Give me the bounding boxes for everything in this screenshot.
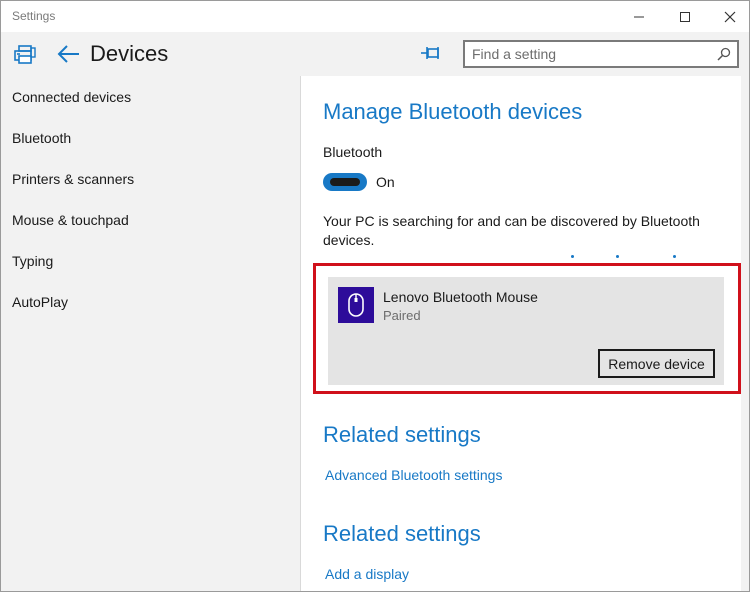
sidebar: Connected devices Bluetooth Printers & s… [1,76,301,591]
maximize-icon [680,11,690,22]
sidebar-item-printers-scanners[interactable]: Printers & scanners [12,171,134,187]
settings-window: Settings Devices Find a setting Connecte… [0,0,750,592]
sidebar-item-bluetooth[interactable]: Bluetooth [12,130,71,146]
toggle-state-label: On [376,174,395,190]
mouse-icon [338,287,374,323]
sidebar-item-autoplay[interactable]: AutoPlay [12,294,68,310]
bluetooth-toggle[interactable] [323,173,367,191]
scrollbar-track[interactable] [741,76,749,591]
device-status: Paired [383,308,421,323]
advanced-bluetooth-settings-link[interactable]: Advanced Bluetooth settings [325,467,502,483]
pin-icon [421,47,439,59]
window-title: Settings [12,9,56,23]
sidebar-item-mouse-touchpad[interactable]: Mouse & touchpad [12,212,129,228]
bluetooth-label: Bluetooth [323,144,383,160]
device-name: Lenovo Bluetooth Mouse [383,289,538,305]
add-a-display-link[interactable]: Add a display [325,566,409,582]
related-settings-heading: Related settings [323,422,481,447]
back-arrow-icon [57,45,79,63]
maximize-button[interactable] [662,1,708,32]
discovery-status-text: Your PC is searching for and can be disc… [323,213,700,248]
bluetooth-device-item[interactable]: Lenovo Bluetooth Mouse Paired Remove dev… [328,277,724,385]
search-icon[interactable] [717,47,731,61]
page-title: Devices [90,41,169,66]
devices-icon [14,45,36,64]
settings-header: Devices [1,32,749,76]
sidebar-item-connected-devices[interactable]: Connected devices [12,89,131,105]
minimize-button[interactable] [616,1,662,32]
related-settings-heading: Related settings [323,521,481,546]
close-button[interactable] [707,1,749,32]
progress-dot [616,255,619,258]
title-bar: Settings [1,1,749,32]
toggle-knob [330,178,360,186]
close-icon [724,11,736,22]
search-box[interactable] [463,40,739,68]
search-input[interactable] [465,42,705,66]
section-heading-manage-bluetooth: Manage Bluetooth devices [323,99,583,124]
pin-button[interactable] [420,43,442,63]
progress-dot [673,255,676,258]
minimize-icon [634,16,644,17]
sidebar-item-typing[interactable]: Typing [12,253,53,269]
back-button[interactable] [56,41,82,67]
progress-dot [571,255,574,258]
remove-device-button[interactable]: Remove device [598,349,715,378]
